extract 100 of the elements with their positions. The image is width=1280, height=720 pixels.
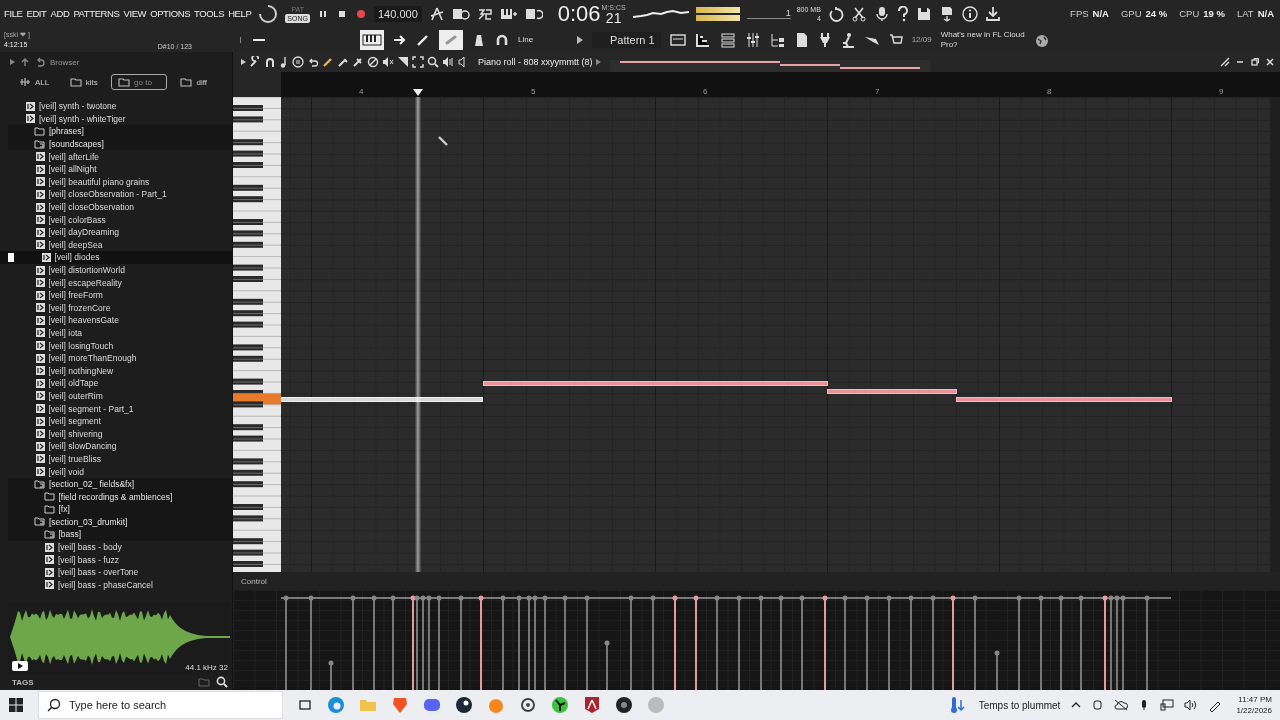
pencil-icon[interactable] bbox=[416, 32, 430, 47]
folder-tree-icon[interactable] bbox=[769, 31, 786, 48]
browser-item[interactable]: [veil] frozenCore bbox=[0, 301, 232, 315]
browser-item[interactable]: [veil] segment - Part_1 bbox=[0, 402, 232, 415]
scrollbar[interactable] bbox=[1270, 97, 1280, 572]
menu-item[interactable]: TOOLS bbox=[194, 8, 225, 19]
browser-item[interactable]: [veil] oldTape bbox=[0, 377, 232, 390]
playlist-icon[interactable] bbox=[669, 31, 686, 48]
task-view-icon[interactable] bbox=[297, 697, 313, 713]
filter-button[interactable]: diff bbox=[173, 74, 214, 90]
browser-app-icon[interactable] bbox=[327, 696, 345, 714]
piano-keyboard-drawing[interactable] bbox=[233, 97, 281, 572]
menu-arrow-icon[interactable] bbox=[241, 59, 246, 65]
browser-item[interactable]: [field recordings & ambiences] bbox=[8, 490, 232, 503]
browser-item[interactable]: [veil] nothingNew bbox=[0, 364, 232, 378]
browser-item[interactable]: [veil] segment bbox=[0, 414, 232, 428]
browser-item[interactable]: [veil] diodes bbox=[0, 251, 232, 264]
camera-icon[interactable] bbox=[1092, 699, 1105, 711]
pattern-selector[interactable]: Pattern 1 bbox=[592, 31, 661, 48]
list-icon[interactable] bbox=[719, 31, 736, 48]
document-icon[interactable] bbox=[794, 31, 809, 48]
expand-arrow-icon[interactable] bbox=[10, 59, 15, 65]
piano-roll-icon[interactable] bbox=[360, 29, 384, 50]
browser-item[interactable]: [veil] outerRim bbox=[0, 389, 232, 403]
browser-item[interactable]: [veil] beautiful piano grains bbox=[0, 175, 232, 189]
keyboard-icon[interactable] bbox=[499, 6, 518, 21]
browser-item[interactable]: [veil] trueBliss bbox=[0, 452, 232, 466]
browser-item[interactable]: [fx] bbox=[8, 503, 232, 516]
browser-item[interactable]: [veil] dayDreaming bbox=[0, 225, 232, 239]
magnet-icon[interactable] bbox=[264, 56, 276, 68]
menu-item[interactable]: VIEW bbox=[123, 8, 147, 19]
menu-item[interactable]: HELP bbox=[228, 8, 252, 19]
arrow-right-icon[interactable] bbox=[393, 32, 407, 47]
filter-button[interactable]: ALL bbox=[12, 74, 57, 90]
browser-item[interactable]: [phrases] bbox=[8, 125, 232, 138]
metronome-icon[interactable] bbox=[428, 5, 445, 22]
blend-icon[interactable] bbox=[524, 6, 543, 21]
pencil-icon[interactable] bbox=[322, 56, 334, 68]
save-icon[interactable] bbox=[915, 5, 932, 22]
no-entry-icon[interactable] bbox=[367, 56, 379, 68]
tempo-display[interactable]: 140.000 bbox=[374, 5, 422, 22]
browser-item[interactable]: [section_02_ fields&fx] bbox=[8, 477, 232, 491]
browser-item[interactable]: [veil] synth - whiteTiger bbox=[0, 112, 232, 126]
detach-icon[interactable] bbox=[1219, 56, 1231, 68]
magnet-icon[interactable] bbox=[495, 32, 509, 47]
browser-item[interactable]: [veil] allNight bbox=[0, 162, 232, 176]
play-icon[interactable] bbox=[12, 661, 28, 671]
countdown-icon[interactable] bbox=[476, 6, 493, 21]
browser-item[interactable]: [veil] colorBass bbox=[0, 213, 232, 226]
network-icon[interactable] bbox=[1160, 699, 1175, 711]
note-icon[interactable] bbox=[279, 56, 289, 68]
clock-date[interactable]: 1/22/2026 bbox=[1236, 705, 1272, 716]
cloud-off-icon[interactable] bbox=[1114, 699, 1129, 711]
back-arrow-icon[interactable] bbox=[35, 57, 45, 67]
microphone-icon[interactable] bbox=[873, 5, 890, 22]
filter-button[interactable]: go to bbox=[111, 74, 168, 90]
browser-item[interactable]: [veil] shivering bbox=[0, 427, 232, 441]
undo-icon[interactable] bbox=[307, 56, 319, 68]
browser-item[interactable]: [veil] bass - phaseCancel bbox=[0, 578, 232, 592]
browser-item[interactable]: [veil] synth - twotone bbox=[0, 100, 232, 113]
browser-item[interactable]: [veil] closeObservation - Part_1 bbox=[0, 188, 232, 201]
help-icon[interactable] bbox=[896, 5, 909, 22]
browser-item[interactable]: [veil] losingTouch bbox=[0, 339, 232, 352]
plug-icon[interactable] bbox=[817, 31, 832, 48]
menu-item[interactable]: PATTERNS bbox=[73, 8, 120, 19]
browser-item[interactable]: [veil] slowDancing bbox=[0, 440, 232, 453]
menu-item[interactable]: OPTIONS bbox=[150, 8, 191, 19]
zoom-icon[interactable] bbox=[427, 56, 439, 68]
browser-item[interactable]: [veil] heavensGate bbox=[0, 314, 232, 327]
restore-icon[interactable] bbox=[1249, 57, 1261, 67]
browser-item[interactable]: [bass] bbox=[8, 528, 232, 541]
step-sequencer-icon[interactable] bbox=[694, 31, 711, 48]
select-icon[interactable] bbox=[412, 56, 424, 68]
download-icon[interactable] bbox=[984, 5, 1001, 22]
aperture-app-icon[interactable] bbox=[615, 696, 633, 714]
browser-item[interactable]: [veil] void bbox=[0, 465, 232, 478]
gear-app-icon[interactable] bbox=[519, 696, 537, 714]
browser-item[interactable]: [veil] bass - body bbox=[0, 540, 232, 554]
figure-icon[interactable] bbox=[840, 31, 855, 48]
loop-record-icon[interactable] bbox=[451, 6, 470, 21]
shield-app-icon[interactable] bbox=[583, 696, 601, 714]
browser-item[interactable]: [veil] distortionWorld bbox=[0, 263, 232, 277]
clock-time[interactable]: 11:47 PM bbox=[1238, 694, 1272, 705]
chat-app-icon[interactable] bbox=[423, 696, 441, 714]
play-arrow-icon[interactable] bbox=[577, 35, 583, 44]
taskbar-search-field[interactable]: Type here to search bbox=[38, 691, 283, 719]
browser-item[interactable]: [veil] bass - overTone bbox=[0, 565, 232, 579]
control-lane-label[interactable]: Control bbox=[241, 576, 267, 586]
weather-text[interactable]: Temps to plummet bbox=[978, 699, 1061, 711]
menu-item[interactable]: FILE bbox=[4, 8, 23, 19]
browser-item[interactable]: [veil] iota bbox=[0, 326, 232, 340]
close-icon[interactable] bbox=[1264, 57, 1276, 67]
volume-icon[interactable] bbox=[1184, 699, 1199, 711]
menu-arrow-icon[interactable] bbox=[595, 59, 601, 65]
snap-selector[interactable]: Line bbox=[518, 35, 568, 44]
browser-item[interactable]: [veil] freeForm bbox=[0, 288, 232, 302]
browser-item[interactable]: [veil] afterLife bbox=[0, 150, 232, 163]
speaker-icon[interactable] bbox=[442, 56, 454, 68]
fan-app-icon[interactable] bbox=[551, 696, 569, 714]
browser-item[interactable]: [veil] deepSea bbox=[0, 238, 232, 252]
